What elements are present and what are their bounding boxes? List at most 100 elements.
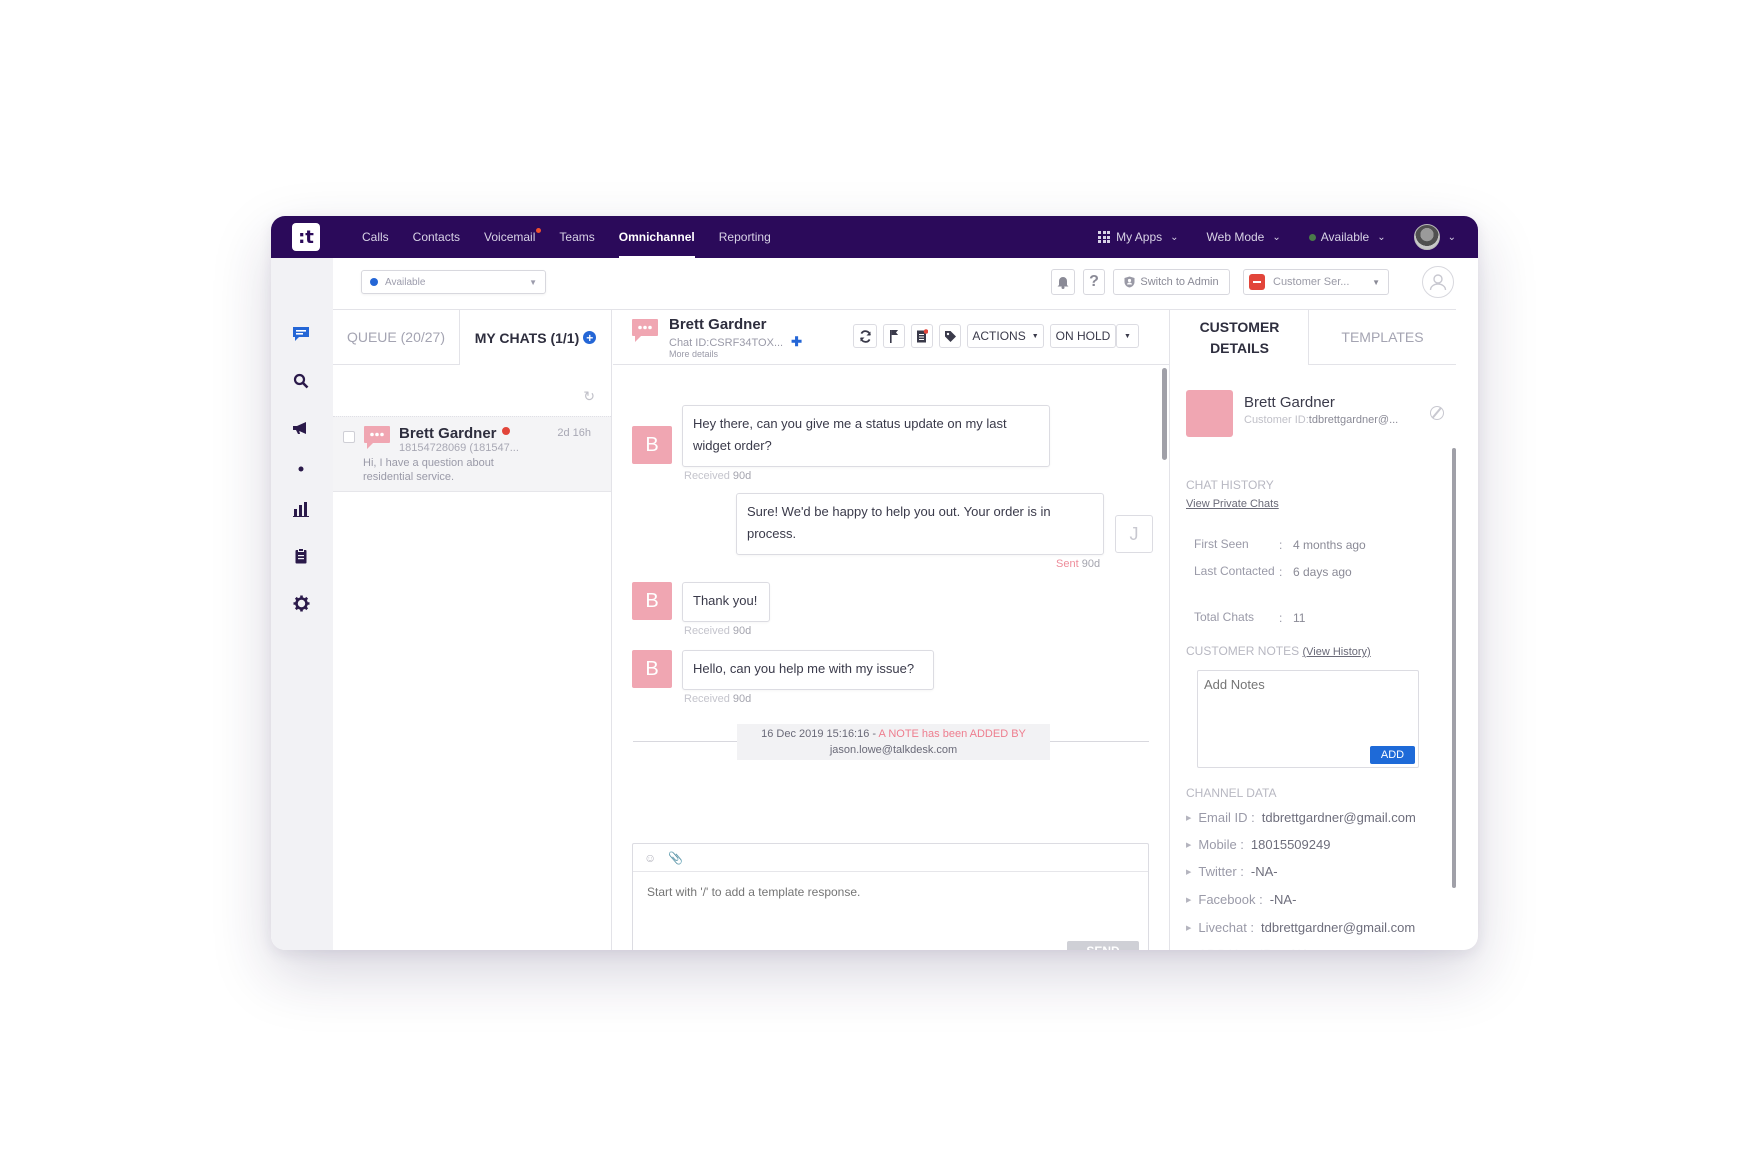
availability-menu[interactable]: Available ⌄ — [1308, 230, 1386, 244]
nav-reporting[interactable]: Reporting — [707, 216, 783, 258]
view-private-chats-link[interactable]: View Private Chats — [1186, 498, 1279, 510]
nav-links: Calls Contacts Voicemail Teams Omnichann… — [350, 216, 783, 258]
on-hold-status-button[interactable]: ON HOLD — [1050, 324, 1116, 348]
tab-customer-details[interactable]: CUSTOMER DETAILS — [1171, 310, 1309, 365]
search-icon[interactable] — [291, 371, 311, 391]
user-menu[interactable]: ⌄ — [1413, 224, 1456, 250]
channel-row[interactable]: ▶ Facebook : -NA- — [1186, 892, 1296, 907]
view-history-link[interactable]: (View History) — [1302, 646, 1370, 658]
customer-avatar: B — [632, 650, 672, 688]
customer-notes-box: ADD — [1197, 670, 1419, 768]
chevron-down-icon: ⌄ — [1170, 231, 1179, 243]
attachment-icon[interactable]: 📎 — [668, 851, 683, 865]
nav-calls[interactable]: Calls — [350, 216, 401, 258]
message-bubble: Thank you! — [682, 582, 770, 622]
details-scrollbar[interactable] — [1452, 448, 1456, 888]
dot-icon[interactable] — [291, 459, 311, 479]
top-nav: :t Calls Contacts Voicemail Teams Omnich… — [271, 216, 1478, 258]
channel-row[interactable]: ▶ Mobile :18015509249 — [1186, 837, 1330, 852]
caret-down-icon: ▼ — [1031, 332, 1039, 340]
notifications-button[interactable] — [1051, 269, 1075, 295]
customer-avatar — [1186, 390, 1233, 437]
block-icon[interactable] — [1430, 406, 1444, 420]
customer-details-panel: CUSTOMER DETAILS TEMPLATES Brett Gardner… — [1171, 310, 1456, 950]
chat-list-panel: QUEUE (20/27) MY CHATS (1/1) + ↻ Brett G… — [333, 310, 612, 950]
channel-row[interactable]: ▶ Livechat : tdbrettgardner@gmail.com — [1186, 920, 1415, 935]
channel-data-label: CHANNEL DATA — [1186, 786, 1277, 800]
web-mode-menu[interactable]: Web Mode ⌄ — [1207, 230, 1281, 244]
expand-icon: ▶ — [1186, 896, 1192, 904]
transfer-button[interactable] — [853, 324, 877, 348]
send-button[interactable]: SEND ctrl+enter — [1067, 941, 1139, 950]
question-icon: ? — [1089, 273, 1099, 290]
message-bubble: Hello, can you help me with my issue? — [682, 650, 934, 690]
channel-row[interactable]: ▶ Email ID : tdbrettgardner@gmail.com — [1186, 810, 1416, 825]
add-icon[interactable]: ✚ — [791, 334, 802, 349]
message-meta: Received 90d — [684, 693, 752, 705]
switch-to-admin-button[interactable]: Switch to Admin — [1113, 269, 1230, 295]
customer-name: Brett Gardner — [1244, 394, 1335, 411]
status-dot-icon — [370, 278, 378, 286]
bar-chart-icon[interactable] — [291, 499, 311, 519]
nav-contacts[interactable]: Contacts — [401, 216, 472, 258]
shield-user-icon — [1124, 276, 1135, 288]
status-dot-icon — [1308, 233, 1316, 241]
nav-right: My Apps ⌄ Web Mode ⌄ Available ⌄ ⌄ — [1070, 216, 1478, 258]
flag-button[interactable] — [883, 324, 905, 348]
actions-dropdown[interactable]: ACTIONS ▼ — [967, 324, 1044, 348]
expand-icon: ▶ — [1186, 841, 1192, 849]
more-details-link[interactable]: More details — [669, 349, 718, 359]
conversation-contact-name: Brett Gardner — [669, 316, 767, 333]
composer-toolbar: ☺ 📎 — [633, 844, 1148, 872]
nav-omnichannel[interactable]: Omnichannel — [607, 216, 707, 258]
chat-id: Chat ID:CSRF34TOX... ✚ — [669, 334, 803, 349]
flag-icon — [890, 330, 899, 343]
gear-icon[interactable] — [291, 593, 311, 613]
message-bubble: Hey there, can you give me a status upda… — [682, 405, 1050, 467]
chat-icon[interactable] — [291, 324, 311, 344]
tag-button[interactable] — [939, 324, 961, 348]
chevron-down-icon: ⌄ — [1377, 231, 1386, 243]
conversation-scrollbar[interactable] — [1162, 368, 1167, 460]
chat-bubble-icon — [631, 318, 659, 349]
my-apps-menu[interactable]: My Apps ⌄ — [1098, 230, 1179, 244]
message-bubble: Sure! We'd be happy to help you out. You… — [736, 493, 1104, 555]
talkdesk-logo[interactable]: :t — [292, 223, 320, 251]
help-button[interactable]: ? — [1083, 269, 1105, 295]
expand-icon: ▶ — [1186, 924, 1192, 932]
chat-age: 2d 16h — [557, 427, 591, 439]
user-avatar — [1413, 224, 1440, 250]
add-note-button[interactable]: ADD — [1370, 746, 1415, 764]
nav-teams[interactable]: Teams — [547, 216, 606, 258]
notes-input[interactable] — [1204, 677, 1404, 692]
queue-select[interactable]: Customer Ser... ▼ — [1243, 269, 1389, 295]
app-window: :t Calls Contacts Voicemail Teams Omnich… — [271, 216, 1478, 950]
tab-templates[interactable]: TEMPLATES — [1309, 310, 1456, 365]
agent-avatar: J — [1115, 515, 1153, 553]
add-chat-icon[interactable]: + — [583, 331, 597, 344]
tab-my-chats[interactable]: MY CHATS (1/1) + — [460, 310, 611, 365]
agent-status-select[interactable]: Available ▼ — [361, 270, 546, 294]
chat-select-checkbox[interactable] — [343, 431, 355, 443]
customer-avatar: B — [632, 582, 672, 620]
message-composer: ☺ 📎 (0/800) characters SEND ctrl+enter — [632, 843, 1149, 950]
contact-name: Brett Gardner — [399, 425, 510, 442]
note-event: 16 Dec 2019 15:16:16 - A NOTE has been A… — [737, 724, 1050, 760]
caret-down-icon: ▼ — [1372, 277, 1380, 287]
notes-button[interactable] — [911, 324, 933, 348]
tab-queue[interactable]: QUEUE (20/27) — [333, 310, 460, 365]
message-input[interactable] — [647, 885, 1067, 899]
chat-list-item[interactable]: Brett Gardner 2d 16h 18154728069 (181547… — [333, 416, 611, 492]
megaphone-icon[interactable] — [291, 418, 311, 438]
status-dropdown-toggle[interactable]: ▼ — [1116, 324, 1139, 348]
document-icon — [917, 329, 928, 343]
profile-button[interactable] — [1422, 266, 1454, 298]
nav-voicemail[interactable]: Voicemail — [472, 216, 547, 258]
scroll-fade — [1171, 936, 1456, 950]
channel-row[interactable]: ▶ Twitter : -NA- — [1186, 864, 1278, 879]
refresh-icon[interactable]: ↻ — [583, 388, 595, 405]
clipboard-icon[interactable] — [291, 546, 311, 566]
message-meta: Received 90d — [684, 470, 752, 482]
emoji-icon[interactable]: ☺ — [644, 851, 656, 865]
queue-icon — [1249, 274, 1265, 290]
